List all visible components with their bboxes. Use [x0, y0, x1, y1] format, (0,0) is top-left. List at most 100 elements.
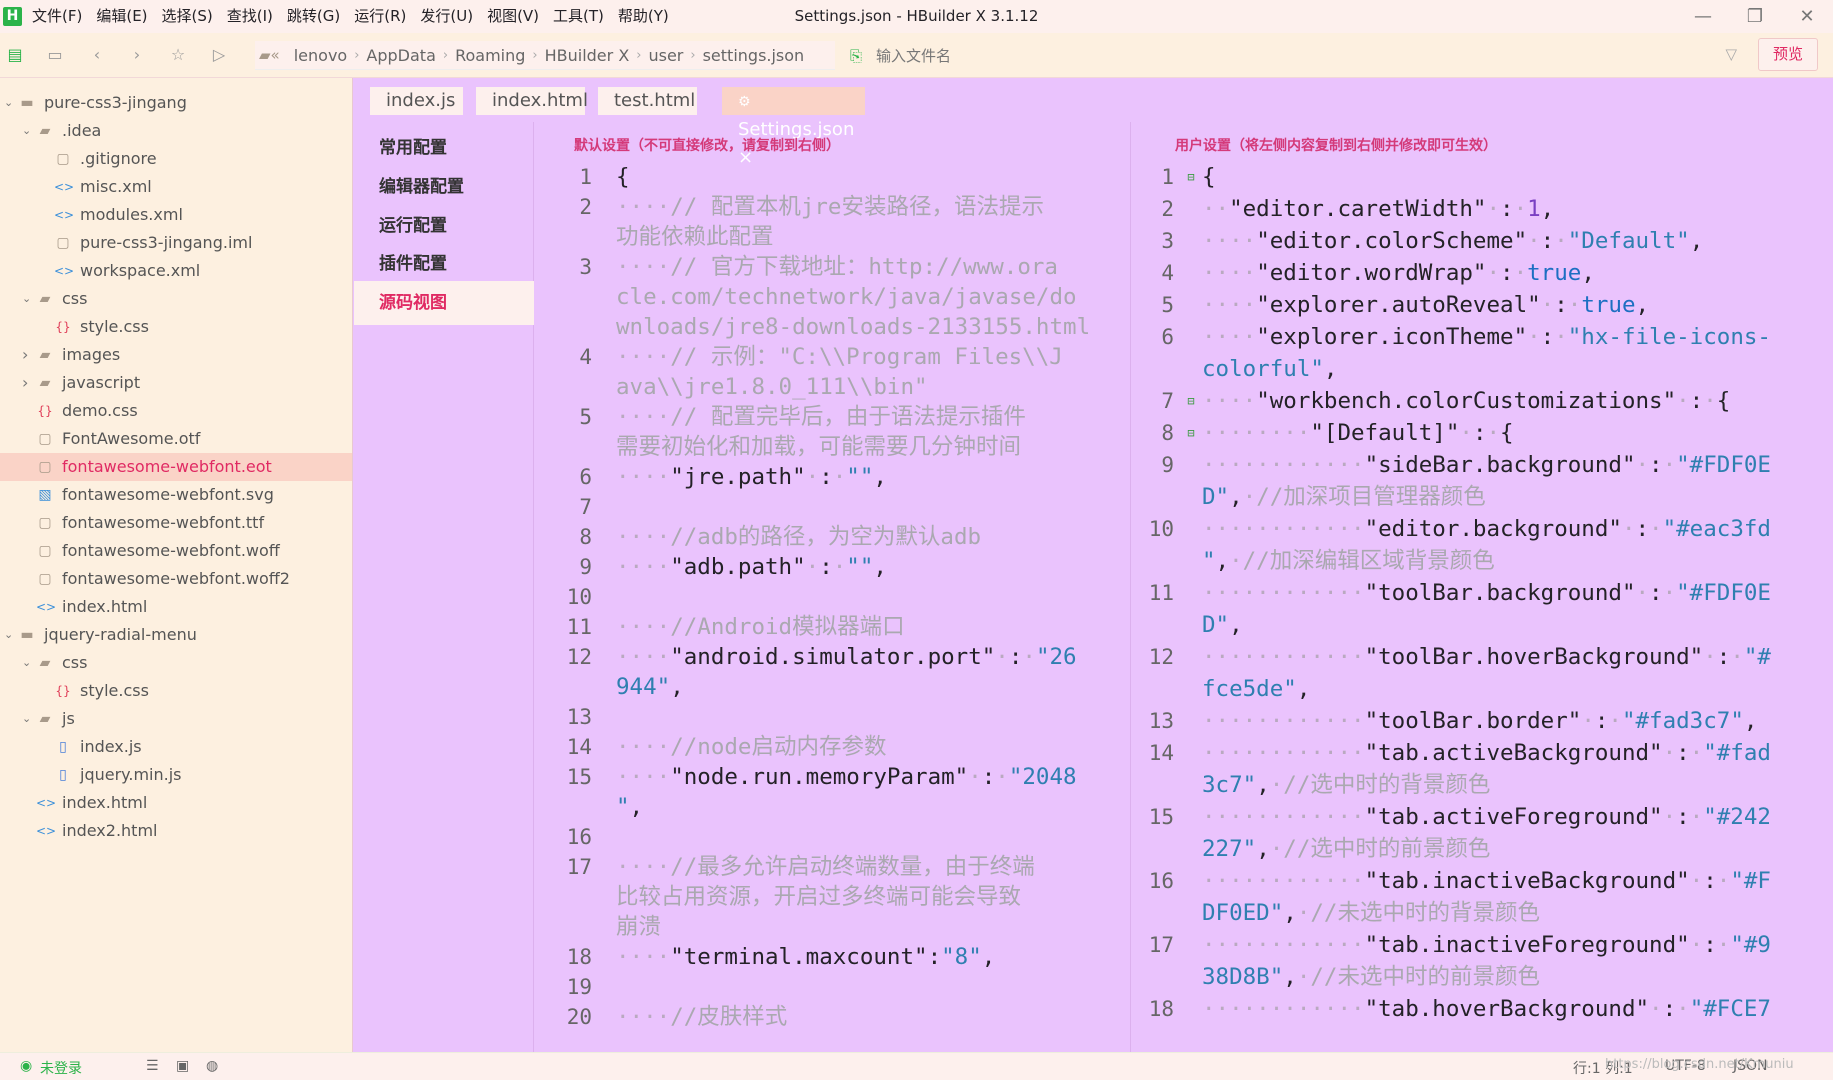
breadcrumb-item[interactable]: AppData [366, 46, 435, 65]
run-icon[interactable]: ▷ [209, 45, 229, 64]
console-icon[interactable]: ▣ [176, 1058, 189, 1074]
settings-nav-item[interactable]: 插件配置 [354, 242, 534, 286]
code-line: 崩溃 [560, 912, 1120, 942]
chevron-down-icon[interactable]: ⌄ [22, 649, 34, 677]
tree-item[interactable]: <> modules.xml [0, 201, 352, 229]
code-text: 38D8B",·//未选中时的前景颜色 [1202, 962, 1540, 992]
folder-icon: ▰ [39, 123, 51, 139]
settings-nav-item[interactable]: 运行配置 [354, 204, 534, 248]
tree-item[interactable]: ⌄ ▰ .idea [0, 117, 352, 145]
menu-edit[interactable]: 编辑(E) [96, 0, 147, 33]
settings-nav: 常用配置 编辑器配置 运行配置 插件配置 源码视图 [354, 122, 534, 1052]
tree-item[interactable]: ▢ .gitignore [0, 145, 352, 173]
code-text: ············"tab.activeBackground"·:·"#f… [1202, 738, 1771, 768]
chevron-down-icon[interactable]: ⌄ [4, 621, 16, 649]
star-icon[interactable]: ☆ [168, 45, 188, 64]
new-file-icon[interactable]: ▤ [5, 45, 25, 64]
tree-item[interactable]: ▧ fontawesome-webfont.svg [0, 481, 352, 509]
menu-tools[interactable]: 工具(T) [553, 0, 604, 33]
chevron-down-icon[interactable]: ⌄ [22, 117, 34, 145]
tree-item[interactable]: <> index2.html [0, 817, 352, 845]
tree-item[interactable]: <> index.html [0, 789, 352, 817]
chevron-right-icon[interactable]: › [22, 341, 34, 369]
forward-icon[interactable]: › [127, 45, 147, 64]
settings-nav-item[interactable]: 源码视图 [354, 281, 534, 325]
tree-item[interactable]: ⌄ ▬ jquery-radial-menu [0, 621, 352, 649]
code-token: · [1486, 420, 1501, 446]
tree-item[interactable]: ⌄ ▰ js [0, 705, 352, 733]
menu-file[interactable]: 文件(F) [32, 0, 82, 33]
close-window-button[interactable]: ✕ [1781, 0, 1833, 33]
menu-run[interactable]: 运行(R) [354, 0, 406, 33]
tree-item[interactable]: ▯ jquery.min.js [0, 761, 352, 789]
tab-3[interactable]: test.html [598, 87, 697, 115]
code-line: 38D8B",·//未选中时的前景颜色 [1142, 962, 1822, 994]
code-token: ···· [616, 854, 671, 880]
tree-item[interactable]: {} style.css [0, 677, 352, 705]
default-settings-editor[interactable]: 1{2 ····// 配置本机jre安装路径，语法提示 功能依赖此配置 3 ····//… [560, 162, 1120, 1042]
tree-item[interactable]: <> index.html [0, 593, 352, 621]
chevron-right-icon[interactable]: › [22, 369, 34, 397]
tab-1[interactable]: index.js [370, 87, 463, 115]
chevron-down-icon[interactable]: ⌄ [22, 705, 34, 733]
save-icon[interactable]: ▭ [45, 45, 65, 64]
tree-item[interactable]: ⌄ ▰ css [0, 285, 352, 313]
breadcrumb-item[interactable]: user [648, 46, 683, 65]
maximize-button[interactable]: ❐ [1729, 0, 1781, 33]
settings-nav-item[interactable]: 编辑器配置 [354, 165, 534, 209]
menu-help[interactable]: 帮助(Y) [618, 0, 669, 33]
code-token: { [1716, 388, 1731, 414]
file-icon: ▢ [38, 515, 52, 531]
tab-2[interactable]: index.html [476, 87, 588, 115]
file-search-input[interactable]: ⎘ 输入文件名 ▽ [850, 41, 1745, 70]
preview-button[interactable]: 预览 [1758, 38, 1818, 71]
tree-item[interactable]: › ▰ images [0, 341, 352, 369]
chevron-down-icon[interactable]: ⌄ [22, 285, 34, 313]
tree-item-label: style.css [80, 317, 149, 336]
tree-item[interactable]: ⌄ ▬ pure-css3-jingang [0, 89, 352, 117]
palette-icon[interactable]: ◍ [206, 1058, 218, 1074]
code-token: //node启动内存参数 [670, 734, 887, 760]
minimize-button[interactable]: — [1677, 0, 1729, 33]
tree-item[interactable]: {} style.css [0, 313, 352, 341]
fold-toggle-icon[interactable]: ⊟ [1184, 418, 1198, 448]
tree-item[interactable]: ▢ fontawesome-webfont.eot [0, 453, 352, 481]
back-icon[interactable]: ‹ [87, 45, 107, 64]
tree-item[interactable]: ▯ index.js [0, 733, 352, 761]
tree-item[interactable]: {} demo.css [0, 397, 352, 425]
menu-find[interactable]: 查找(I) [227, 0, 273, 33]
tree-item[interactable]: › ▰ javascript [0, 369, 352, 397]
user-settings-editor[interactable]: 1 ⊟{2 ··"editor.caretWidth"·:·1, 3 ····"edit… [1142, 162, 1822, 1042]
breadcrumb-item[interactable]: HBuilder X [545, 46, 630, 65]
tree-item[interactable]: ⌄ ▰ css [0, 649, 352, 677]
tree-item[interactable]: ▢ pure-css3-jingang.iml [0, 229, 352, 257]
settings-nav-item[interactable]: 常用配置 [354, 126, 534, 170]
tab-4[interactable]: ⚙ Settings.json × [722, 87, 865, 168]
code-token: , [1581, 260, 1595, 286]
list-icon[interactable]: ☰ [146, 1058, 159, 1074]
breadcrumb-item[interactable]: Roaming [455, 46, 525, 65]
filter-icon[interactable]: ▽ [1725, 45, 1737, 63]
fold-toggle-icon[interactable]: ⊟ [1184, 386, 1198, 416]
tree-item[interactable]: ▢ fontawesome-webfont.ttf [0, 509, 352, 537]
breadcrumb-item[interactable]: settings.json [703, 46, 805, 65]
breadcrumb-item[interactable]: lenovo [294, 46, 347, 65]
code-text: ····//最多允许启动终端数量，由于终端 [616, 852, 1035, 882]
tree-item[interactable]: <> misc.xml [0, 173, 352, 201]
tree-item[interactable]: ▢ FontAwesome.otf [0, 425, 352, 453]
code-line: 需要初始化和加载，可能需要几分钟时间 [560, 432, 1120, 462]
menu-goto[interactable]: 跳转(G) [287, 0, 340, 33]
menu-select[interactable]: 选择(S) [162, 0, 213, 33]
tree-item[interactable]: ▢ fontawesome-webfont.woff2 [0, 565, 352, 593]
tree-item[interactable]: <> workspace.xml [0, 257, 352, 285]
chevron-down-icon[interactable]: ⌄ [4, 89, 16, 117]
code-line: 9 ····"adb.path"·:·"", [560, 552, 1120, 582]
code-token: , [1689, 228, 1704, 254]
menu-publish[interactable]: 发行(U) [420, 0, 473, 33]
code-token: "jre.path" [670, 464, 806, 490]
login-status[interactable]: 未登录 [40, 1058, 82, 1078]
menu-view[interactable]: 视图(V) [487, 0, 539, 33]
code-token: · [1022, 644, 1036, 670]
fold-toggle-icon[interactable]: ⊟ [1184, 162, 1198, 192]
tree-item[interactable]: ▢ fontawesome-webfont.woff [0, 537, 352, 565]
